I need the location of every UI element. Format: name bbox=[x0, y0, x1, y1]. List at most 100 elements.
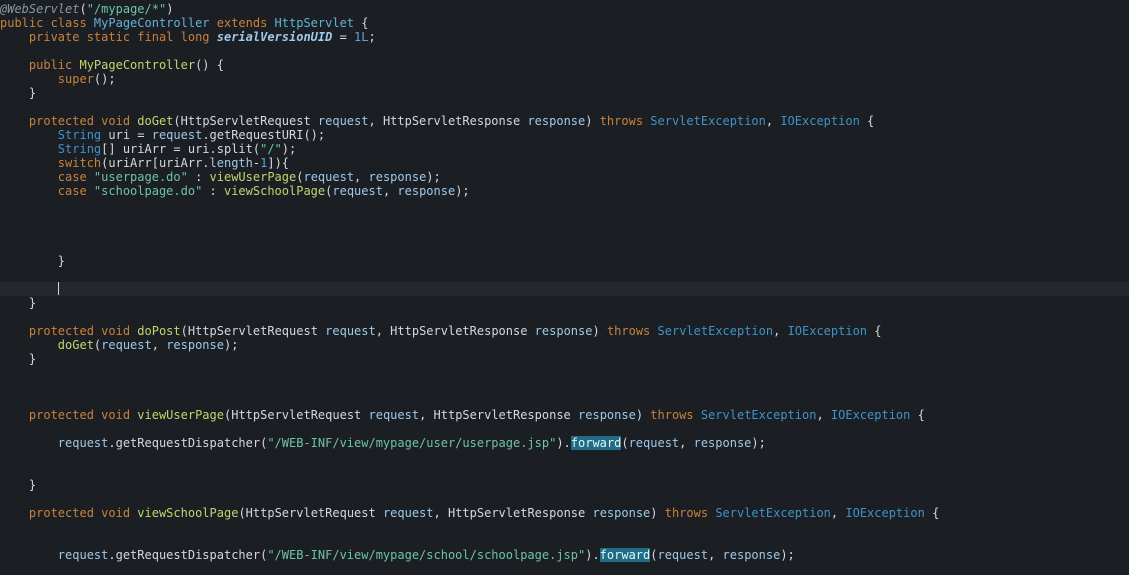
code-token: request bbox=[332, 184, 383, 198]
code-line[interactable] bbox=[0, 450, 1129, 464]
code-line[interactable]: public MyPageController() { bbox=[0, 58, 1129, 72]
code-token: protected void bbox=[0, 324, 138, 338]
current-code-line[interactable] bbox=[0, 282, 1129, 296]
code-token: private static final long bbox=[0, 30, 217, 44]
code-token: HttpServletRequest bbox=[231, 408, 362, 422]
code-token: , bbox=[375, 324, 391, 338]
code-line[interactable]: super(); bbox=[0, 72, 1129, 86]
code-line[interactable]: request.getRequestDispatcher("/WEB-INF/v… bbox=[0, 436, 1129, 450]
code-token: "schoolpage.do" bbox=[93, 184, 203, 198]
code-token: request bbox=[57, 436, 109, 450]
code-token: request bbox=[101, 338, 152, 352]
code-line[interactable]: public class MyPageController extends Ht… bbox=[0, 16, 1129, 30]
code-token: response bbox=[585, 506, 651, 520]
code-line[interactable] bbox=[0, 212, 1129, 226]
code-editor[interactable]: @WebServlet("/mypage/*") public class MyP… bbox=[0, 0, 1129, 575]
code-token: ); bbox=[281, 142, 297, 156]
code-token: ); bbox=[780, 548, 795, 562]
code-line[interactable] bbox=[0, 310, 1129, 324]
code-token: , bbox=[679, 436, 694, 450]
code-line[interactable] bbox=[0, 534, 1129, 548]
code-line[interactable]: doGet(request, response); bbox=[0, 338, 1129, 352]
code-token: case bbox=[57, 184, 94, 198]
code-token: , bbox=[433, 506, 448, 520]
code-token: viewUserPage bbox=[137, 408, 224, 422]
code-token: response bbox=[693, 436, 752, 450]
code-token: ) bbox=[650, 506, 665, 520]
code-line[interactable]: protected void viewSchoolPage(HttpServle… bbox=[0, 506, 1129, 520]
code-token: , bbox=[830, 506, 846, 520]
code-token: ( bbox=[79, 2, 87, 16]
code-token: response bbox=[722, 548, 781, 562]
code-line[interactable]: } bbox=[0, 86, 1129, 100]
code-token: doPost bbox=[137, 324, 181, 338]
code-token: forward bbox=[599, 548, 651, 562]
code-line[interactable] bbox=[0, 422, 1129, 436]
code-line[interactable]: private static final long serialVersionU… bbox=[0, 30, 1129, 44]
code-token: request bbox=[317, 324, 376, 338]
code-line[interactable] bbox=[0, 240, 1129, 254]
code-line[interactable]: String[] uriArr = uri.split("/"); bbox=[0, 142, 1129, 156]
code-line[interactable] bbox=[0, 100, 1129, 114]
code-line[interactable] bbox=[0, 394, 1129, 408]
code-token: super bbox=[57, 72, 94, 86]
code-token: throws bbox=[650, 408, 701, 422]
code-token: request bbox=[628, 436, 680, 450]
code-token: forward bbox=[570, 436, 622, 450]
code-line[interactable] bbox=[0, 464, 1129, 478]
code-line[interactable] bbox=[0, 44, 1129, 58]
code-line[interactable] bbox=[0, 268, 1129, 282]
code-line[interactable] bbox=[0, 226, 1129, 240]
code-line[interactable] bbox=[0, 380, 1129, 394]
code-token: viewUserPage bbox=[209, 170, 297, 184]
code-line[interactable]: protected void doPost(HttpServletRequest… bbox=[0, 324, 1129, 338]
code-token: HttpServlet bbox=[274, 16, 355, 30]
code-token: HttpServletRequest bbox=[187, 324, 318, 338]
code-line[interactable]: } bbox=[0, 478, 1129, 492]
code-line[interactable]: @WebServlet("/mypage/*") bbox=[0, 2, 1129, 16]
code-token: response bbox=[527, 324, 593, 338]
code-token: "/mypage/*" bbox=[86, 2, 167, 16]
code-line[interactable] bbox=[0, 366, 1129, 380]
code-token: ); bbox=[751, 436, 766, 450]
code-line[interactable]: protected void doGet(HttpServletRequest … bbox=[0, 114, 1129, 128]
code-line[interactable]: switch(uriArr[uriArr.length-1]){ bbox=[0, 156, 1129, 170]
code-token: doGet bbox=[57, 338, 94, 352]
code-token: HttpServletRequest bbox=[245, 506, 376, 520]
code-token: ) bbox=[592, 324, 607, 338]
code-token: IOException bbox=[787, 324, 868, 338]
code-token: viewSchoolPage bbox=[223, 184, 326, 198]
code-line[interactable]: } bbox=[0, 352, 1129, 366]
code-line[interactable]: String uri = request.getRequestURI(); bbox=[0, 128, 1129, 142]
code-token: ( bbox=[180, 324, 188, 338]
code-line[interactable]: case "userpage.do" : viewUserPage(reques… bbox=[0, 170, 1129, 184]
code-token: , bbox=[708, 548, 723, 562]
code-token: ServletException bbox=[657, 324, 774, 338]
code-token: protected void bbox=[0, 506, 138, 520]
code-line[interactable]: protected void viewUserPage(HttpServletR… bbox=[0, 408, 1129, 422]
code-token: request bbox=[375, 506, 434, 520]
code-token: ) bbox=[585, 114, 600, 128]
code-token: ServletException bbox=[715, 506, 831, 520]
code-line[interactable]: } bbox=[0, 254, 1129, 268]
code-line[interactable] bbox=[0, 520, 1129, 534]
code-token: request bbox=[361, 408, 420, 422]
code-token: ServletException bbox=[700, 408, 817, 422]
code-token: : bbox=[202, 184, 224, 198]
code-line[interactable] bbox=[0, 198, 1129, 212]
code-token: serialVersionUID bbox=[216, 30, 333, 44]
code-line[interactable]: request.getRequestDispatcher("/WEB-INF/v… bbox=[0, 548, 1129, 562]
code-token: { bbox=[859, 114, 875, 128]
code-token: protected void bbox=[0, 408, 138, 422]
code-token: protected void bbox=[0, 114, 138, 128]
code-token: { bbox=[354, 16, 369, 30]
code-line[interactable] bbox=[0, 492, 1129, 506]
code-line[interactable]: case "schoolpage.do" : viewSchoolPage(re… bbox=[0, 184, 1129, 198]
code-line[interactable]: } bbox=[0, 296, 1129, 310]
code-token: IOException bbox=[845, 506, 925, 520]
code-token: HttpServletResponse bbox=[447, 506, 586, 520]
code-token: (); bbox=[93, 72, 116, 86]
